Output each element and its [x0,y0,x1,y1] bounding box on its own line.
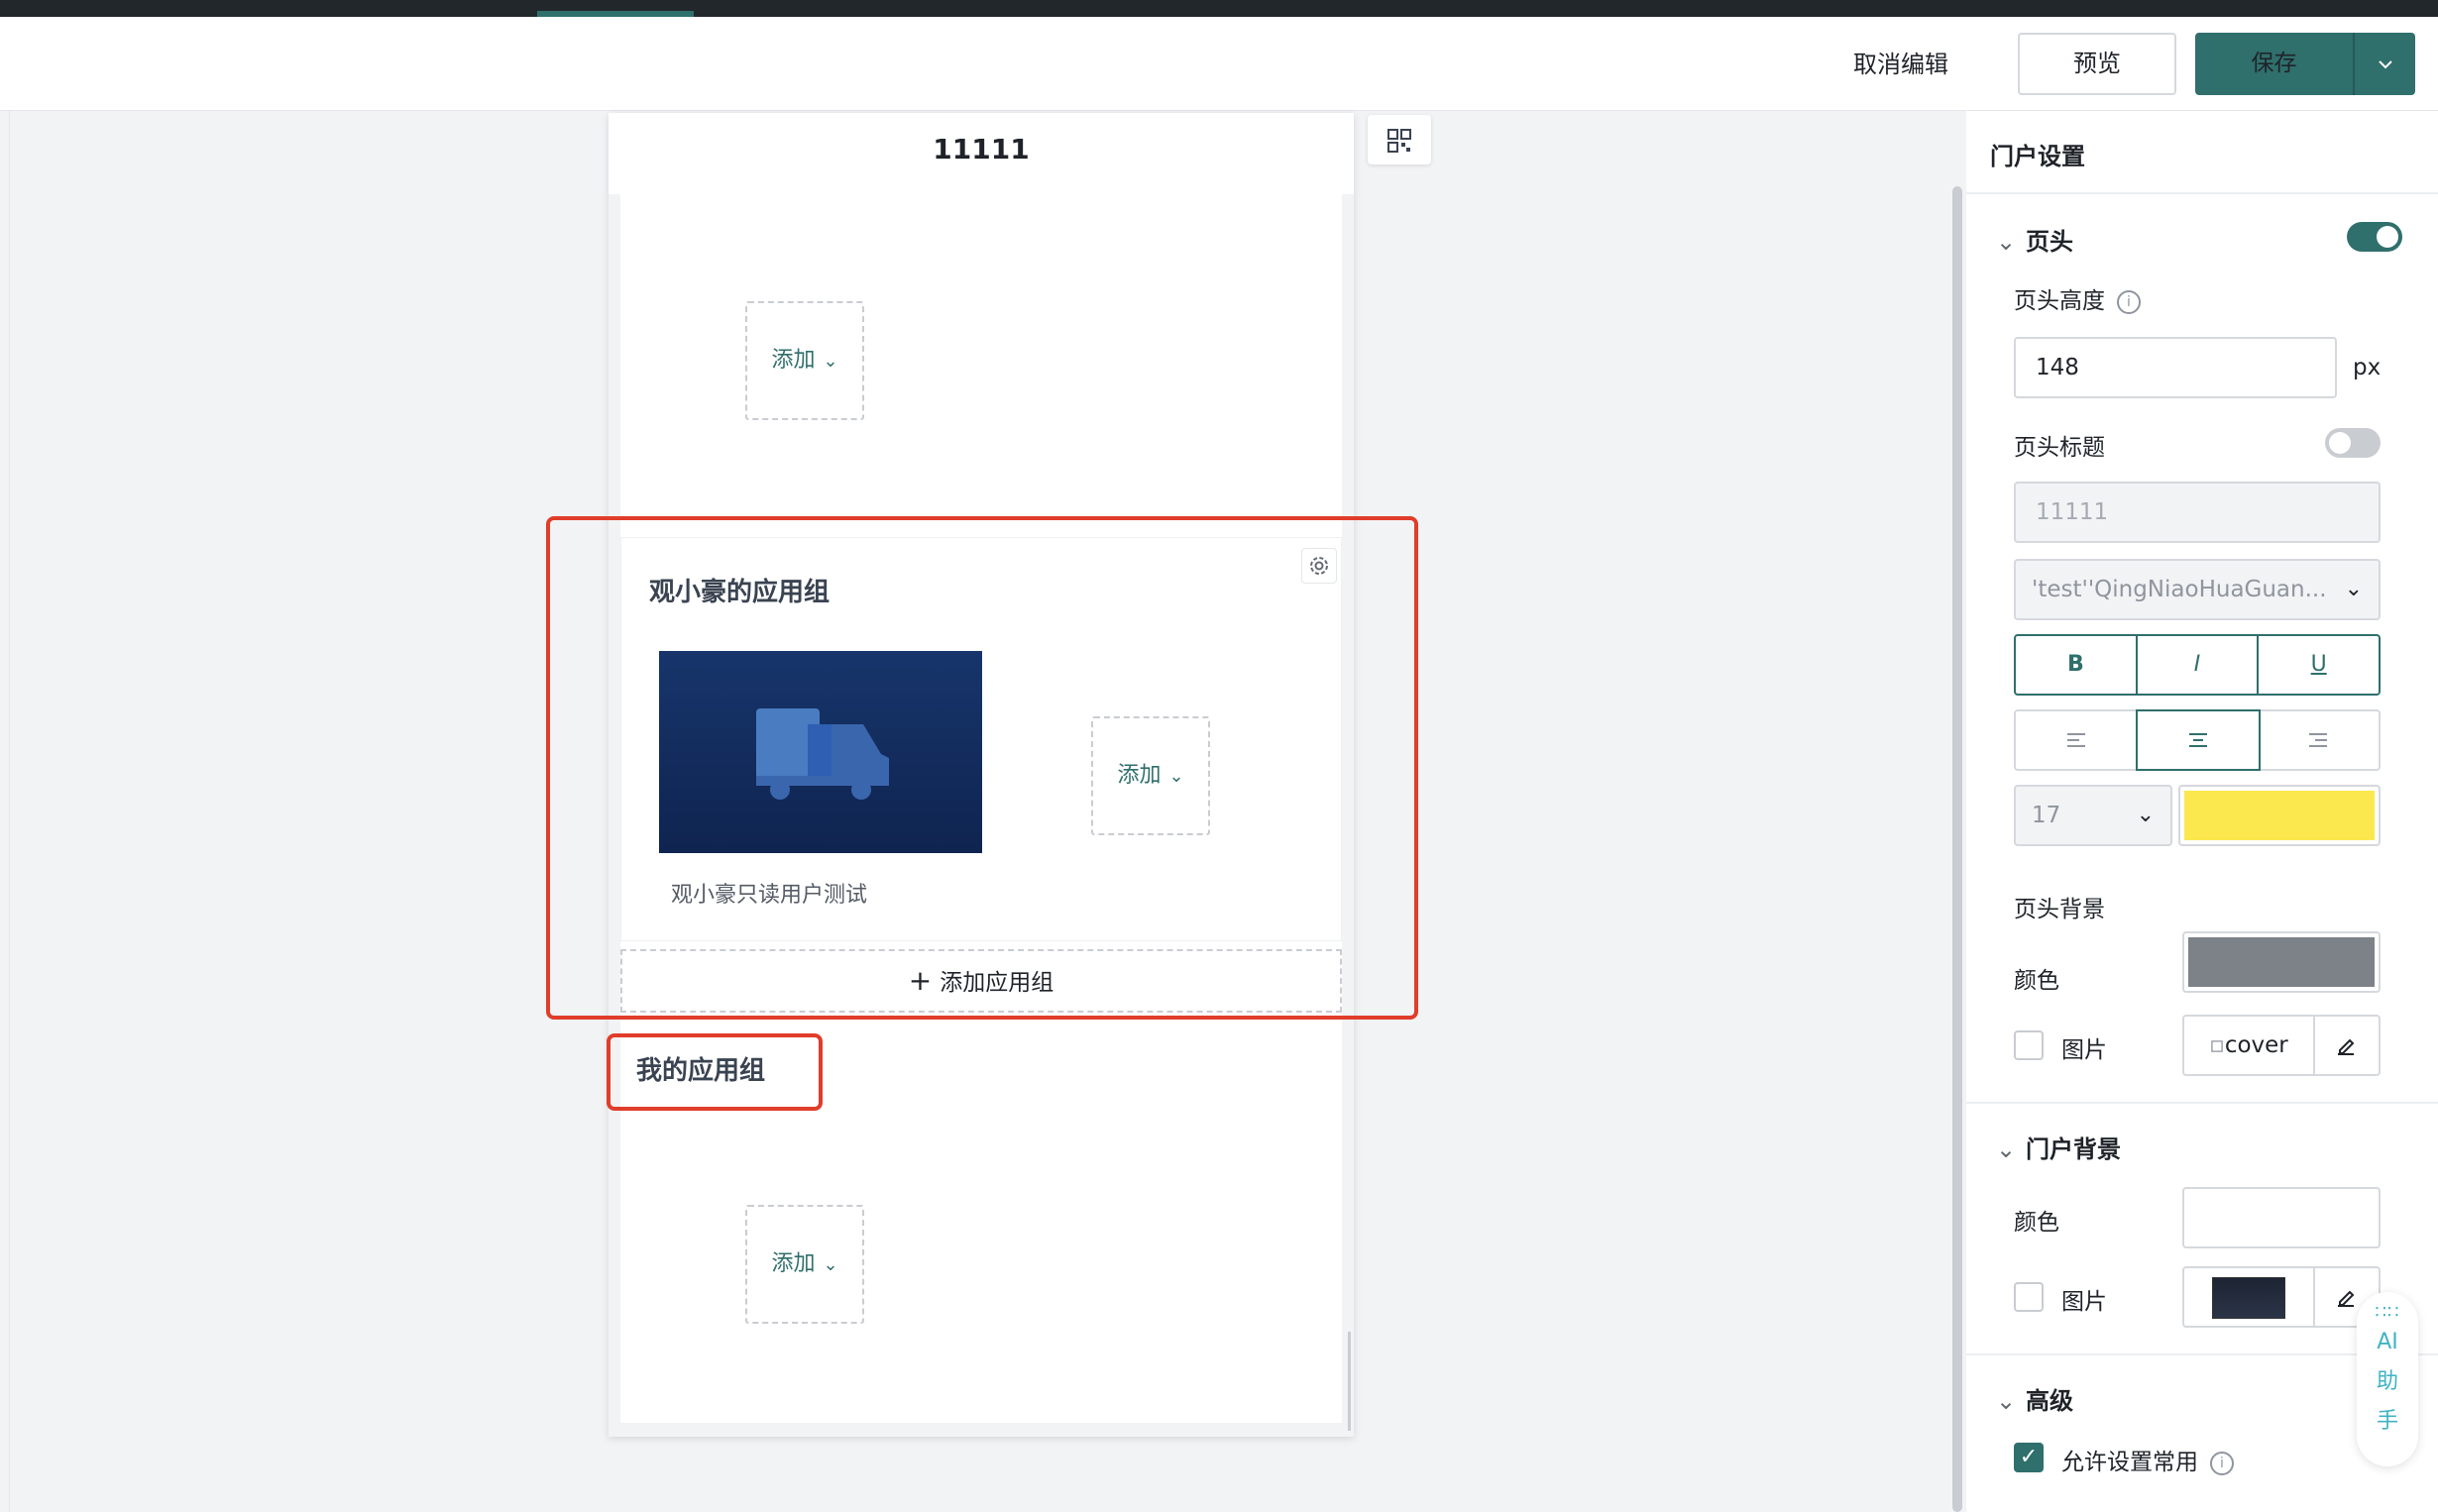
header-image-label: 图片 [2061,1037,2107,1063]
font-family-select[interactable]: 'test''QingNiaoHuaGuan... ⌄ [2014,559,2381,620]
cancel-edit-button[interactable]: 取消编辑 [1853,47,1948,82]
divider [1966,192,2438,194]
panel-title: 门户设置 [1990,143,2085,170]
panel-scrollbar[interactable] [1952,186,1962,1512]
bold-button[interactable]: B [2016,636,2138,694]
header-height-input[interactable]: 148 [2014,337,2337,398]
header-title-label: 页头标题 [2014,435,2105,461]
portal-bg-color-picker[interactable] [2182,1187,2381,1248]
toggle-knob [2377,226,2398,248]
font-style-group: B I U [2014,634,2381,696]
chevron-down-icon: ⌄ [2344,577,2363,601]
portal-title: 11111 [933,133,1030,165]
editor-toolbar: 取消编辑 预览 保存 [0,17,2438,111]
chevron-down-icon: ⌄ [1996,228,2017,256]
add-component-button[interactable]: 添加 ⌄ [745,1205,864,1324]
section-header[interactable]: ⌄ 页头 [1996,222,2073,257]
allow-common-checkbox[interactable]: ✓ [2014,1443,2044,1472]
add-label: 添加 [771,1251,816,1276]
save-button[interactable]: 保存 [2195,33,2353,95]
allow-common-label: 允许设置常用 i [2061,1443,2234,1476]
chevron-down-icon: ⌄ [1996,1387,2017,1415]
ai-label-line3: 手 [2376,1409,2398,1434]
italic-button[interactable]: I [2138,636,2260,694]
left-collapsed-sidebar [0,111,10,1512]
chevron-down-icon: ⌄ [823,1254,838,1275]
image-thumbnail [2212,1276,2285,1319]
chevron-down-icon: ⌄ [2136,803,2155,827]
align-right-button[interactable] [2259,711,2379,769]
qrcode-icon[interactable] [1368,115,1431,164]
font-size-value: 17 [2032,803,2061,828]
section-label: 门户背景 [2026,1135,2121,1163]
align-left-icon [2066,733,2085,747]
preview-scrollbar[interactable] [1348,1332,1351,1431]
portal-bg-color-swatch [2188,1193,2375,1242]
font-family-value: 'test''QingNiaoHuaGuan... [2032,577,2327,602]
bg-color-label: 颜色 [2014,968,2059,994]
text-align-group [2014,709,2381,771]
header-toggle[interactable] [2347,222,2402,252]
highlight-box [607,1033,823,1111]
section-header[interactable]: ⌄ 高级 [1996,1381,2073,1416]
section-label: 高级 [2026,1387,2073,1415]
top-bar [0,0,2438,17]
section-header[interactable]: ⌄ 门户背景 [1996,1130,2121,1164]
drag-handle-icon[interactable]: ∷∷ [2357,1302,2418,1323]
header-bg-color-picker[interactable] [2182,931,2381,993]
info-icon[interactable]: i [2210,1451,2234,1475]
align-center-button[interactable] [2136,709,2261,771]
add-label: 添加 [771,348,816,373]
ai-label-line1: AI [2377,1330,2398,1354]
save-button-group: 保存 [2195,33,2415,95]
portal-image-preview[interactable] [2184,1268,2315,1326]
divider [1966,1102,2438,1104]
chevron-down-icon: ⌄ [823,351,838,372]
bg-color-swatch [2188,937,2375,987]
header-title-toggle[interactable] [2325,428,2381,458]
chevron-down-icon: ⌄ [1996,1135,2017,1163]
portal-image-label: 图片 [2061,1289,2107,1315]
height-unit: px [2353,355,2382,380]
highlight-box [546,516,1418,1020]
font-size-select[interactable]: 17 ⌄ [2014,785,2172,846]
underline-button[interactable]: U [2259,636,2379,694]
portal-bg-color-label: 颜色 [2014,1210,2059,1236]
info-icon[interactable]: i [2117,289,2141,314]
ai-label-line2: 助 [2376,1369,2398,1394]
align-right-icon [2309,733,2328,747]
header-title-input[interactable]: 11111 [2014,482,2381,543]
align-center-icon [2188,733,2207,747]
font-color-picker[interactable] [2178,785,2381,846]
broken-image-icon: ▫ [2209,1032,2225,1058]
portal-image-checkbox[interactable] [2014,1282,2044,1312]
header-height-label: 页头高度 i [2014,281,2141,315]
image-alt-text: cover [2224,1032,2288,1058]
ai-assistant-button[interactable]: ∷∷ AI 助 手 [2357,1292,2418,1466]
preview-button[interactable]: 预览 [2018,33,2176,95]
header-image-picker: ▫cover [2182,1015,2381,1076]
header-bg-label: 页头背景 [2014,897,2105,922]
align-left-button[interactable] [2016,711,2139,769]
header-image-preview[interactable]: ▫cover [2184,1017,2315,1074]
save-dropdown-button[interactable] [2355,33,2415,95]
portal-header[interactable]: 11111 [609,113,1354,194]
add-component-button[interactable]: 添加 ⌄ [745,301,864,420]
header-image-checkbox[interactable] [2014,1030,2044,1060]
toggle-knob [2329,432,2351,454]
font-color-swatch [2184,791,2375,840]
chevron-down-icon [2378,60,2392,69]
edit-icon[interactable] [2315,1017,2377,1074]
section-label: 页头 [2026,228,2073,256]
portal-image-picker [2182,1266,2381,1328]
